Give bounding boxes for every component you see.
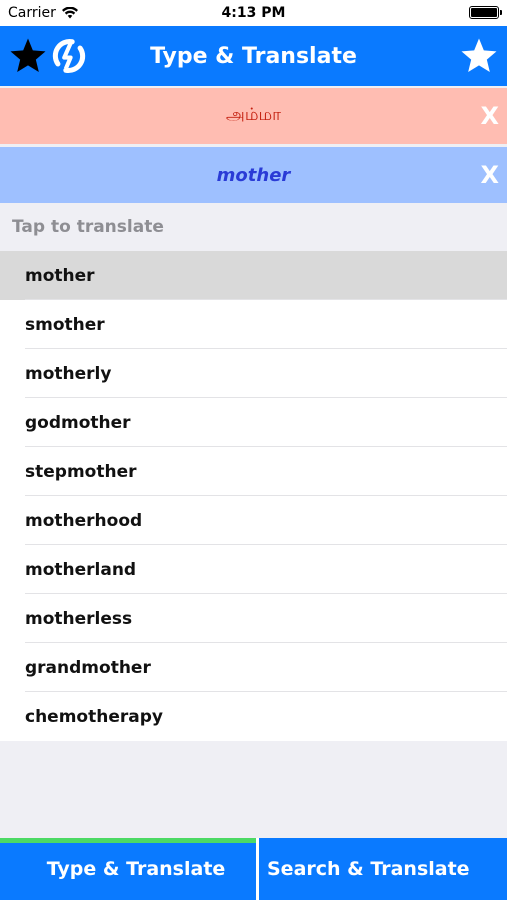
suggestion-item[interactable]: motherless — [0, 594, 507, 643]
nav-left-actions — [8, 36, 88, 76]
suggestion-item[interactable]: chemotherapy — [0, 692, 507, 741]
nav-right-actions — [459, 36, 499, 80]
star-icon[interactable] — [8, 36, 48, 76]
suggestion-item[interactable]: smother — [0, 300, 507, 349]
suggestion-item[interactable]: godmother — [0, 398, 507, 447]
suggestion-item[interactable]: motherly — [0, 349, 507, 398]
tamil-result: அம்மா X — [0, 88, 507, 144]
status-bar: Carrier 4:13 PM — [0, 0, 507, 26]
tab-search-and-translate[interactable]: Search & Translate — [256, 838, 507, 900]
suggestion-list: mother smother motherly godmother stepmo… — [0, 251, 507, 741]
page-title: Type & Translate — [150, 43, 357, 69]
status-time: 4:13 PM — [221, 5, 286, 21]
english-result-text: mother — [216, 164, 291, 186]
nav-bar: Type & Translate — [0, 26, 507, 86]
tab-bar: Type & Translate Search & Translate — [0, 838, 507, 900]
suggestion-item[interactable]: grandmother — [0, 643, 507, 692]
suggestion-item[interactable]: motherland — [0, 545, 507, 594]
battery-icon — [469, 6, 502, 19]
tamil-result-text: அம்மா — [225, 105, 282, 125]
star-outline-icon[interactable] — [459, 36, 499, 76]
tab-type-and-translate[interactable]: Type & Translate — [0, 838, 256, 900]
clear-english-button[interactable]: X — [480, 147, 499, 203]
sync-icon[interactable] — [50, 36, 88, 76]
english-result: mother X — [0, 147, 507, 203]
clear-tamil-button[interactable]: X — [480, 88, 499, 144]
suggestion-item[interactable]: stepmother — [0, 447, 507, 496]
suggestion-item[interactable]: mother — [0, 251, 507, 300]
suggestions-header: Tap to translate — [0, 203, 507, 251]
suggestion-item[interactable]: motherhood — [0, 496, 507, 545]
